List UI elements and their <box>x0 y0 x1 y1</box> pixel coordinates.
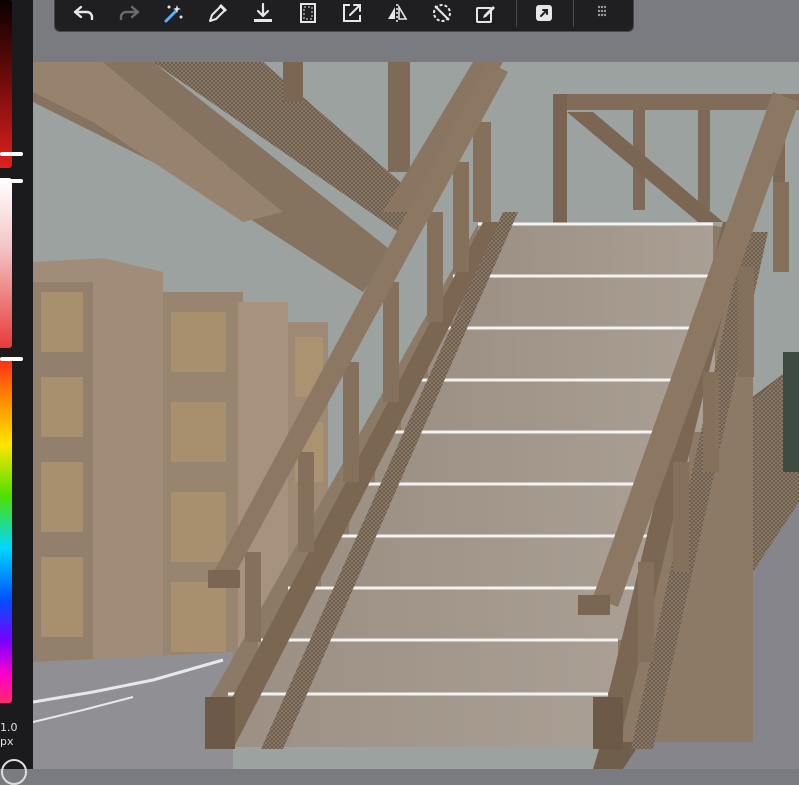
pixel-art-staircase <box>33 62 799 769</box>
red-value-slider[interactable] <box>0 0 12 168</box>
share-icon <box>536 5 553 21</box>
undo-button[interactable] <box>63 0 106 29</box>
canvas-frame-button[interactable] <box>286 0 329 29</box>
color-panel: 1.0 px <box>0 0 33 785</box>
hue-slider[interactable] <box>0 358 12 703</box>
redo-icon <box>119 5 140 21</box>
magic-select-icon <box>164 5 183 23</box>
lightness-slider[interactable] <box>0 178 12 348</box>
canvas-frame-icon <box>299 3 316 23</box>
download-button[interactable] <box>242 0 285 29</box>
eyedropper-icon <box>209 3 228 22</box>
red-slider-thumb[interactable] <box>0 152 23 156</box>
grid-menu-button[interactable] <box>580 0 623 29</box>
top-toolbar <box>54 0 634 32</box>
flip-horizontal-button[interactable] <box>376 0 419 29</box>
flip-horizontal-icon <box>388 4 408 22</box>
share-button[interactable] <box>523 0 566 29</box>
toolbar-divider <box>573 0 575 27</box>
download-icon <box>254 2 273 22</box>
brush-preview-icon[interactable] <box>1 759 27 785</box>
edit-layer-button[interactable] <box>465 0 508 29</box>
drawing-canvas[interactable] <box>33 62 799 769</box>
brush-size-unit: px <box>0 735 14 748</box>
brush-size-value: 1.0 <box>0 721 18 734</box>
rotate-dashed-icon <box>432 4 451 22</box>
eyedropper-button[interactable] <box>197 0 240 29</box>
grid-menu-icon <box>597 5 606 17</box>
hue-slider-thumb[interactable] <box>0 357 23 361</box>
export-button[interactable] <box>331 0 374 29</box>
magic-select-button[interactable] <box>152 0 195 29</box>
undo-icon <box>74 5 94 21</box>
export-icon <box>343 4 362 22</box>
toolbar-divider <box>515 0 517 27</box>
redo-button[interactable] <box>108 0 151 29</box>
edit-layer-icon <box>476 6 496 23</box>
lightness-slider-thumb[interactable] <box>0 179 23 183</box>
rotate-dashed-button[interactable] <box>420 0 463 29</box>
